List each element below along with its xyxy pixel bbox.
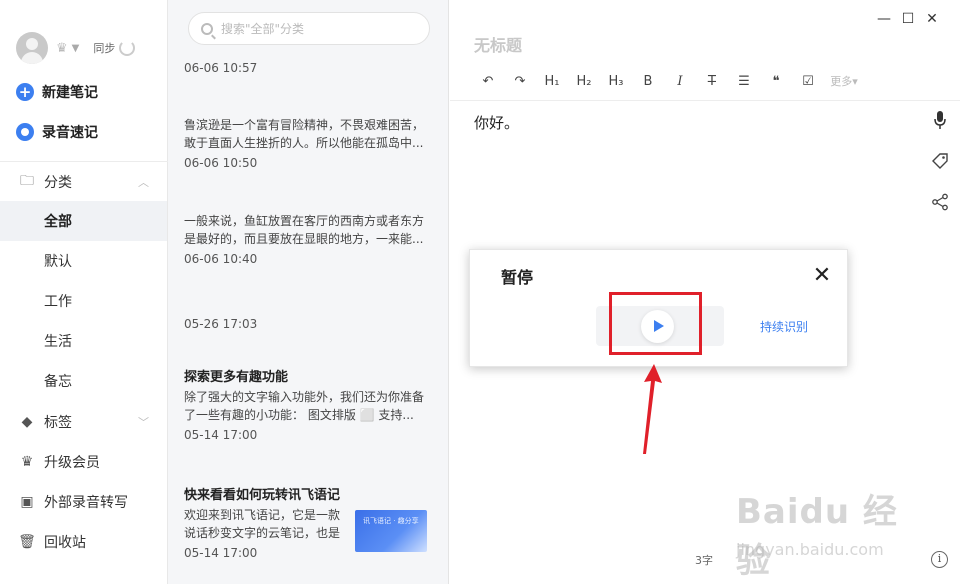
folder-icon: 🗀 <box>20 173 34 189</box>
word-count: 3字 <box>695 554 713 567</box>
note-title: 快来看看如何玩转讯飞语记 <box>184 488 341 503</box>
avatar[interactable] <box>16 32 48 64</box>
sidebar-item-label: 分类 <box>44 175 72 191</box>
maximize-button[interactable]: ☐ <box>899 10 917 28</box>
share-icon[interactable] <box>930 193 950 213</box>
italic-button[interactable]: I <box>664 74 696 89</box>
sidebar-item-tags[interactable]: ◆ 标签 ﹀ <box>0 402 167 442</box>
note-preview: 鲁滨逊是一个富有冒险精神，不畏艰难困苦，敢于直面人生挫折的人。所以他能在孤岛中.… <box>184 118 425 150</box>
search-icon <box>201 22 213 35</box>
chevron-down-icon[interactable]: ▼ <box>72 43 80 54</box>
app-window: ♛ ▼ 同步 + 新建笔记 录音速记 🗀 分类 ︿ 全部 默认 工作 生活 备忘… <box>0 0 960 584</box>
crown-icon: ♛ <box>20 454 34 470</box>
voice-note-label: 录音速记 <box>42 125 98 141</box>
minimize-button[interactable]: — <box>875 10 893 28</box>
more-button[interactable]: 更多▾ <box>824 73 864 89</box>
note-title: 探索更多有趣功能 <box>184 370 289 385</box>
note-date: 06-06 10:50 <box>184 156 258 170</box>
list-item[interactable]: 05-26 17:03 <box>184 317 429 331</box>
list-item[interactable]: 一般来说，鱼缸放置在客厅的西南方或者东方是最好的，而且要放在显眼的地方，一来能.… <box>184 212 429 266</box>
sidebar-item-default[interactable]: 默认 <box>0 241 167 281</box>
annotation-arrow <box>643 364 662 454</box>
sidebar-item-external-transcribe[interactable]: ▣ 外部录音转写 <box>0 482 167 522</box>
note-date: 06-06 10:57 <box>184 61 258 75</box>
sidebar-item-label: 升级会员 <box>44 455 100 471</box>
info-icon[interactable]: i <box>931 551 948 568</box>
tag-icon[interactable] <box>930 152 950 172</box>
checkbox-icon[interactable]: ☑ <box>792 74 824 89</box>
popup-title: 暂停 <box>501 268 534 287</box>
sidebar-item-label: 回收站 <box>44 535 86 551</box>
bold-button[interactable]: B <box>632 74 664 89</box>
note-content[interactable]: 你好。 <box>474 112 519 133</box>
sidebar-item-label: 生活 <box>44 334 72 350</box>
sidebar-item-label: 全部 <box>44 214 72 230</box>
heading1-button[interactable]: H₁ <box>536 74 568 89</box>
note-date: 05-26 17:03 <box>184 317 258 331</box>
sidebar: ♛ ▼ 同步 + 新建笔记 录音速记 🗀 分类 ︿ 全部 默认 工作 生活 备忘… <box>0 0 168 584</box>
toolbar-divider <box>450 100 960 101</box>
continuous-recognition-link[interactable]: 持续识别 <box>760 318 808 335</box>
format-toolbar: ↶ ↷ H₁ H₂ H₃ B I T̶ ☰ ❝ ☑ 更多▾ <box>472 68 864 94</box>
strikethrough-button[interactable]: T̶ <box>696 74 728 89</box>
note-thumbnail: 讯飞语记 · 趣分享 <box>355 510 427 552</box>
list-item[interactable]: 06-06 10:57 <box>184 61 429 75</box>
note-preview: 欢迎来到讯飞语记，它是一款说话秒变文字的云笔记，也是一... <box>184 508 341 540</box>
watermark-url: jingyan.baidu.com <box>736 540 884 559</box>
list-item[interactable]: 探索更多有趣功能 除了强大的文字输入功能外，我们还为你准备了一些有趣的小功能： … <box>184 366 429 442</box>
record-icon <box>16 123 34 141</box>
tag-icon: ◆ <box>21 414 33 430</box>
new-note-button[interactable]: + 新建笔记 <box>16 80 98 104</box>
sidebar-item-category[interactable]: 🗀 分类 ︿ <box>0 162 167 202</box>
align-icon[interactable]: ☰ <box>728 74 760 89</box>
thumbnail-caption: 讯飞语记 · 趣分享 <box>363 517 419 525</box>
note-date: 06-06 10:40 <box>184 252 258 266</box>
search-input[interactable] <box>221 21 411 36</box>
plus-icon: + <box>16 83 34 101</box>
note-preview: 一般来说，鱼缸放置在客厅的西南方或者东方是最好的，而且要放在显眼的地方，一来能.… <box>184 214 425 246</box>
note-list: 06-06 10:57 鲁滨逊是一个富有冒险精神，不畏艰难困苦，敢于直面人生挫折… <box>168 0 449 584</box>
sidebar-item-trash[interactable]: 🗑 回收站 <box>0 522 167 562</box>
trash-icon: 🗑 <box>18 534 36 550</box>
list-item[interactable]: 鲁滨逊是一个富有冒险精神，不畏艰难困苦，敢于直面人生挫折的人。所以他能在孤岛中.… <box>184 116 429 170</box>
note-title-input[interactable]: 无标题 <box>474 32 522 56</box>
sidebar-item-work[interactable]: 工作 <box>0 281 167 321</box>
sidebar-item-memo[interactable]: 备忘 <box>0 361 167 401</box>
redo-icon[interactable]: ↷ <box>504 74 536 89</box>
sidebar-item-upgrade[interactable]: ♛ 升级会员 <box>0 442 167 482</box>
sidebar-item-label: 外部录音转写 <box>44 495 128 511</box>
microphone-icon[interactable] <box>930 110 950 130</box>
sidebar-item-life[interactable]: 生活 <box>0 321 167 361</box>
heading2-button[interactable]: H₂ <box>568 74 600 89</box>
annotation-highlight <box>609 292 702 355</box>
chevron-down-icon[interactable]: ﹀ <box>138 414 149 430</box>
search-box[interactable] <box>188 12 430 45</box>
sidebar-item-all[interactable]: 全部 <box>0 201 167 241</box>
watermark: Baidu 经验 jingyan.baidu.com <box>736 484 916 581</box>
sidebar-item-label: 工作 <box>44 294 72 310</box>
user-row: ♛ ▼ 同步 <box>16 31 156 65</box>
sidebar-item-label: 默认 <box>44 254 72 270</box>
sidebar-item-label: 备忘 <box>44 374 72 390</box>
watermark-logo: Baidu 经验 <box>736 492 898 581</box>
voice-note-button[interactable]: 录音速记 <box>16 120 98 144</box>
quote-icon[interactable]: ❝ <box>760 74 792 89</box>
close-icon[interactable]: ✕ <box>811 265 833 287</box>
sync-icon[interactable] <box>119 40 136 56</box>
close-window-button[interactable]: ✕ <box>923 10 941 28</box>
heading3-button[interactable]: H₃ <box>600 74 632 89</box>
sync-label[interactable]: 同步 <box>93 40 115 56</box>
recorder-icon: ▣ <box>20 494 34 510</box>
crown-icon: ♛ <box>56 40 68 56</box>
new-note-label: 新建笔记 <box>42 85 98 101</box>
note-preview: 除了强大的文字输入功能外，我们还为你准备了一些有趣的小功能： 图文排版 ⬜ 支持… <box>184 390 425 422</box>
chevron-up-icon[interactable]: ︿ <box>138 174 149 190</box>
undo-icon[interactable]: ↶ <box>472 74 504 89</box>
sidebar-item-label: 标签 <box>44 415 72 431</box>
note-date: 05-14 17:00 <box>184 428 258 442</box>
